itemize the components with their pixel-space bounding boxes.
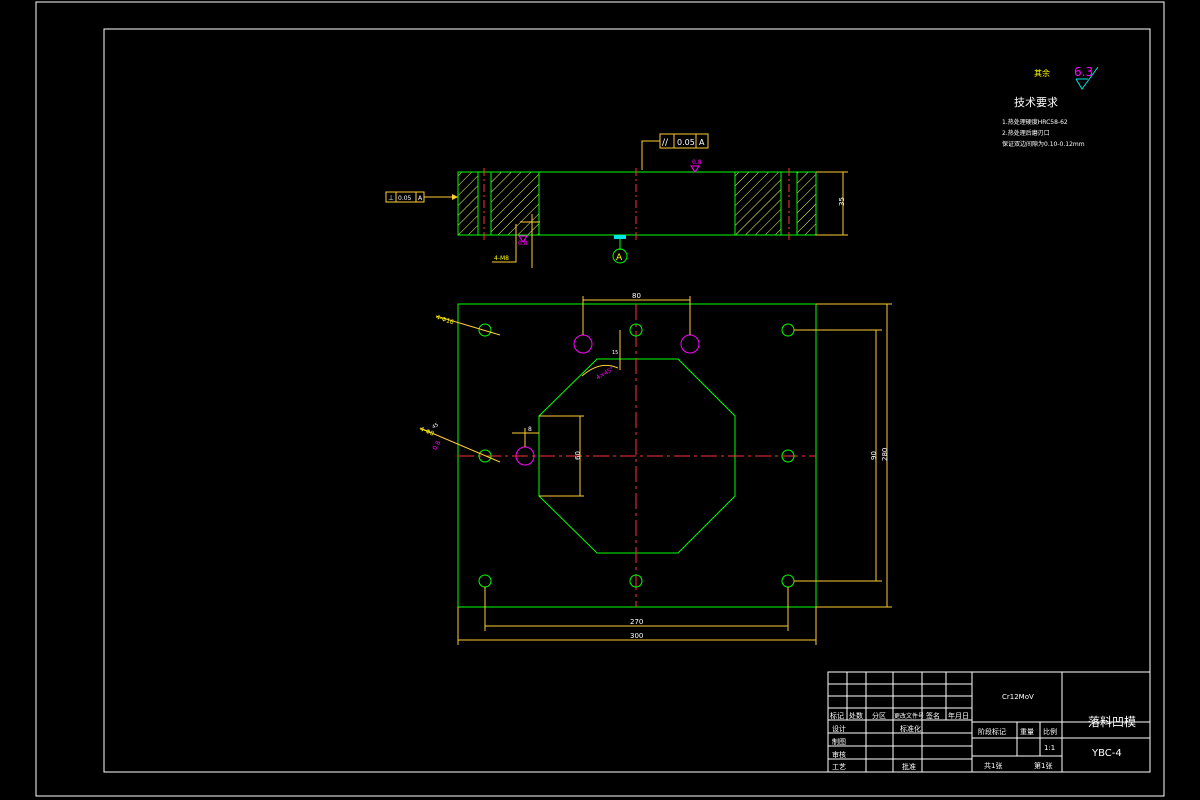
dim-pitch-h: 270	[630, 618, 643, 626]
rough-left: 0.8	[431, 440, 442, 452]
sheet-border-outer	[35, 1, 1165, 797]
row-process: 工艺	[832, 763, 846, 771]
height-dim: 35	[838, 197, 846, 206]
header-zone: 分区	[872, 711, 886, 720]
row-standard: 标准化	[900, 724, 921, 733]
technical-requirements: 其余 6.3 技术要求 1.热处理硬度HRC58-62 2.热处理后磨刃口 保证…	[1002, 65, 1099, 148]
sheets-total: 共1张	[984, 761, 1002, 770]
header-count: 处数	[849, 711, 863, 720]
material: Cr12MoV	[1002, 693, 1034, 701]
perp-datum: A	[418, 195, 423, 202]
plan-view: 80 90 280 270 300 60 8 15 4×45° 4-Φ16 4-…	[419, 292, 892, 645]
bolt-hole	[781, 574, 795, 588]
row-draw: 制图	[832, 737, 846, 746]
parallel-symbol: //	[662, 138, 669, 148]
drawing-no: YBC-4	[1091, 748, 1122, 759]
roughness-mark	[690, 165, 700, 173]
arrowhead	[452, 194, 458, 200]
perp-symbol: ⊥	[388, 194, 394, 202]
bolt-dim-label: 4-M8	[494, 255, 509, 262]
dim-45: 45	[431, 422, 440, 430]
hatch-right-2	[796, 171, 817, 236]
hole-note-left: 4-Φ16	[435, 314, 455, 326]
rough-top: 0.8	[692, 159, 702, 166]
dim-top: 80	[632, 292, 641, 300]
pin-hole	[680, 334, 700, 354]
datum-label: A	[616, 253, 623, 263]
weight-label: 重量	[1020, 728, 1034, 736]
tech-line-2: 2.热处理后磨刃口	[1002, 129, 1050, 137]
header-mark: 标记	[830, 711, 844, 720]
row-approve: 批准	[902, 762, 916, 771]
leader-line	[641, 140, 660, 170]
dim-height: 280	[881, 448, 889, 461]
dim-pitch: 90	[870, 451, 878, 460]
hatch-right-1	[734, 171, 782, 236]
dim-inner-h: 60	[574, 451, 582, 460]
part-name: 落料凹模	[1088, 715, 1136, 729]
cad-drawing: 其余 6.3 技术要求 1.热处理硬度HRC58-62 2.热处理后磨刃口 保证…	[35, 1, 1165, 797]
header-change-doc: 更改文件号	[894, 712, 924, 720]
dim-width: 300	[630, 632, 643, 640]
stage-label: 阶段标记	[978, 727, 1006, 736]
scale-label: 比例	[1043, 727, 1057, 736]
perp-tol: 0.05	[398, 195, 412, 202]
section-view: // 0.05 A 0.8 ⊥ 0.05 A 35 4-M8 0.8 A	[385, 133, 848, 268]
pin-holes	[515, 334, 700, 466]
row-review: 审核	[832, 750, 846, 759]
pin-hole	[573, 334, 593, 354]
row-design: 设计	[832, 724, 846, 733]
chamfer-note: 4×45°	[595, 366, 615, 382]
sheet-no: 第1张	[1034, 761, 1052, 770]
bolt-hole	[478, 574, 492, 588]
title-block: 标记 处数 分区 更改文件号 签名 年月日 设计 标准化 制图 审核 工艺 批准…	[827, 671, 1151, 773]
parallel-tol: 0.05	[677, 138, 695, 147]
tech-heading: 技术要求	[1014, 96, 1058, 109]
tech-line-3: 保证双边间隙为0.10-0.12mm	[1002, 140, 1085, 148]
header-signature: 签名	[926, 711, 940, 720]
parallel-datum: A	[699, 138, 705, 147]
scale-value: 1:1	[1044, 744, 1055, 752]
bolt-hole	[478, 323, 492, 337]
tech-line-1: 1.热处理硬度HRC58-62	[1002, 118, 1068, 126]
hatch-left-1	[457, 171, 479, 236]
dim-small: 8	[528, 426, 532, 433]
header-date: 年月日	[948, 711, 969, 720]
datum-base	[614, 235, 626, 239]
roughness-prefix: 其余	[1034, 68, 1050, 78]
sheet-border-inner	[103, 28, 1151, 773]
bolt-hole	[781, 323, 795, 337]
dim-cham: 15	[612, 350, 618, 356]
